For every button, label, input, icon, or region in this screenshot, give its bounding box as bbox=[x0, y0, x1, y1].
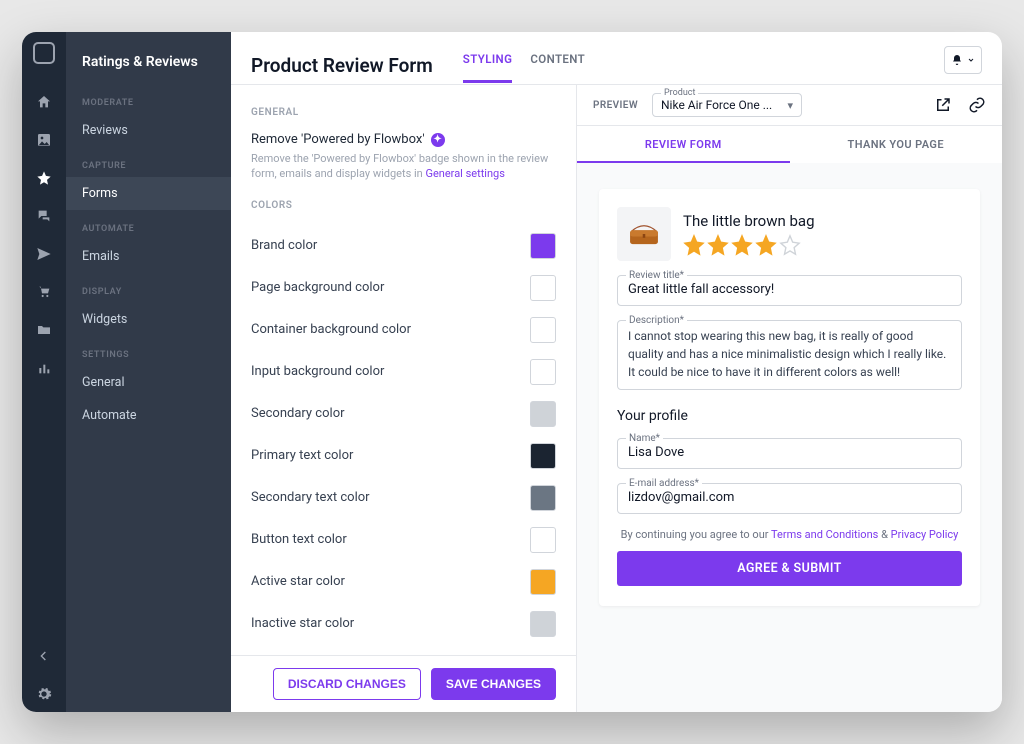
sidebar-section-moderate: MODERATE bbox=[66, 84, 231, 114]
swatch-brand[interactable] bbox=[530, 233, 556, 259]
upgrade-badge-icon[interactable]: ✦ bbox=[431, 133, 445, 147]
star-icon[interactable] bbox=[22, 160, 66, 196]
color-row-secondary: Secondary color bbox=[251, 393, 556, 435]
content: GENERAL Remove 'Powered by Flowbox' ✦ Re… bbox=[231, 85, 1002, 712]
star-rating[interactable] bbox=[683, 234, 815, 256]
preview-label: PREVIEW bbox=[593, 100, 638, 111]
review-card: The little brown bag Review title* Great… bbox=[599, 189, 980, 606]
swatch-secondary-text[interactable] bbox=[530, 485, 556, 511]
color-row-inactive-star: Inactive star color bbox=[251, 603, 556, 645]
app-logo-icon bbox=[33, 42, 55, 64]
sidebar-section-automate: AUTOMATE bbox=[66, 210, 231, 240]
bell-icon bbox=[951, 54, 963, 66]
color-row-input-bg: Input background color bbox=[251, 351, 556, 393]
sidebar-item-widgets[interactable]: Widgets bbox=[66, 303, 231, 336]
section-general: GENERAL bbox=[251, 107, 556, 118]
color-row-button-text: Button text color bbox=[251, 519, 556, 561]
gear-icon[interactable] bbox=[22, 676, 66, 712]
header-tabs: STYLING CONTENT bbox=[463, 48, 585, 83]
swatch-container-bg[interactable] bbox=[530, 317, 556, 343]
submit-button[interactable]: AGREE & SUBMIT bbox=[617, 551, 962, 586]
notifications-button[interactable] bbox=[944, 46, 982, 74]
sidebar-item-forms[interactable]: Forms bbox=[66, 177, 231, 210]
preview-body: The little brown bag Review title* Great… bbox=[577, 163, 1002, 712]
main: Product Review Form STYLING CONTENT GENE… bbox=[231, 32, 1002, 712]
sidebar-item-automate[interactable]: Automate bbox=[66, 399, 231, 432]
sidebar-section-settings: SETTINGS bbox=[66, 336, 231, 366]
remove-title: Remove 'Powered by Flowbox' bbox=[251, 132, 425, 147]
color-row-secondary-text: Secondary text color bbox=[251, 477, 556, 519]
terms-link[interactable]: Terms and Conditions bbox=[771, 528, 878, 541]
color-row-brand: Brand color bbox=[251, 225, 556, 267]
preview-tab-form[interactable]: REVIEW FORM bbox=[577, 126, 790, 163]
star-icon[interactable] bbox=[683, 234, 705, 256]
open-external-icon[interactable] bbox=[934, 96, 952, 114]
product-name: The little brown bag bbox=[683, 212, 815, 230]
preview-tab-thankyou[interactable]: THANK YOU PAGE bbox=[790, 126, 1003, 163]
bag-icon bbox=[625, 221, 663, 247]
folder-icon[interactable] bbox=[22, 312, 66, 348]
section-colors: COLORS bbox=[251, 200, 556, 211]
review-title-field[interactable]: Review title* Great little fall accessor… bbox=[617, 275, 962, 306]
description-field[interactable]: Description* I cannot stop wearing this … bbox=[617, 320, 962, 390]
footer-actions: DISCARD CHANGES SAVE CHANGES bbox=[231, 655, 576, 712]
remove-desc: Remove the 'Powered by Flowbox' badge sh… bbox=[251, 151, 556, 182]
swatch-secondary[interactable] bbox=[530, 401, 556, 427]
color-row-container-bg: Container background color bbox=[251, 309, 556, 351]
image-icon[interactable] bbox=[22, 122, 66, 158]
page-title: Product Review Form bbox=[251, 54, 433, 77]
send-icon[interactable] bbox=[22, 236, 66, 272]
agree-text: By continuing you agree to our Terms and… bbox=[617, 528, 962, 541]
chat-icon[interactable] bbox=[22, 198, 66, 234]
color-row-primary-text: Primary text color bbox=[251, 435, 556, 477]
star-icon[interactable] bbox=[707, 234, 729, 256]
settings-pane: GENERAL Remove 'Powered by Flowbox' ✦ Re… bbox=[231, 85, 576, 655]
privacy-link[interactable]: Privacy Policy bbox=[891, 528, 959, 541]
icon-rail bbox=[22, 32, 66, 712]
sidebar-section-display: DISPLAY bbox=[66, 273, 231, 303]
profile-heading: Your profile bbox=[617, 408, 962, 424]
tab-content[interactable]: CONTENT bbox=[530, 48, 585, 83]
preview-bar: PREVIEW Product Nike Air Force One ... ▾ bbox=[577, 85, 1002, 126]
tab-styling[interactable]: STYLING bbox=[463, 48, 513, 83]
link-icon[interactable] bbox=[968, 96, 986, 114]
color-row-page-bg: Page background color bbox=[251, 267, 556, 309]
star-icon[interactable] bbox=[731, 234, 753, 256]
color-row-active-star: Active star color bbox=[251, 561, 556, 603]
preview-pane: PREVIEW Product Nike Air Force One ... ▾ bbox=[576, 85, 1002, 712]
swatch-inactive-star[interactable] bbox=[530, 611, 556, 637]
home-icon[interactable] bbox=[22, 84, 66, 120]
name-field[interactable]: Name* Lisa Dove bbox=[617, 438, 962, 469]
chevron-down-icon bbox=[967, 56, 975, 64]
swatch-input-bg[interactable] bbox=[530, 359, 556, 385]
discard-button[interactable]: DISCARD CHANGES bbox=[273, 668, 421, 700]
chevron-down-icon: ▾ bbox=[787, 99, 793, 112]
save-button[interactable]: SAVE CHANGES bbox=[431, 668, 556, 700]
swatch-primary-text[interactable] bbox=[530, 443, 556, 469]
swatch-button-text[interactable] bbox=[530, 527, 556, 553]
product-select[interactable]: Product Nike Air Force One ... ▾ bbox=[652, 93, 802, 117]
bars-icon[interactable] bbox=[22, 350, 66, 386]
app-window: Ratings & Reviews MODERATE Reviews CAPTU… bbox=[22, 32, 1002, 712]
email-field[interactable]: E-mail address* lizdov@gmail.com bbox=[617, 483, 962, 514]
sidebar-item-emails[interactable]: Emails bbox=[66, 240, 231, 273]
sidebar-section-capture: CAPTURE bbox=[66, 147, 231, 177]
swatch-active-star[interactable] bbox=[530, 569, 556, 595]
product-image bbox=[617, 207, 671, 261]
star-icon[interactable] bbox=[779, 234, 801, 256]
header: Product Review Form STYLING CONTENT bbox=[231, 32, 1002, 85]
remove-powered-by: Remove 'Powered by Flowbox' ✦ Remove the… bbox=[251, 132, 556, 182]
sidebar-item-reviews[interactable]: Reviews bbox=[66, 114, 231, 147]
back-icon[interactable] bbox=[22, 638, 66, 674]
preview-tabs: REVIEW FORM THANK YOU PAGE bbox=[577, 126, 1002, 163]
sidebar-title: Ratings & Reviews bbox=[66, 32, 231, 84]
cart-icon[interactable] bbox=[22, 274, 66, 310]
sidebar-item-general[interactable]: General bbox=[66, 366, 231, 399]
general-settings-link[interactable]: General settings bbox=[425, 167, 504, 180]
sidebar: Ratings & Reviews MODERATE Reviews CAPTU… bbox=[66, 32, 231, 712]
star-icon[interactable] bbox=[755, 234, 777, 256]
swatch-page-bg[interactable] bbox=[530, 275, 556, 301]
